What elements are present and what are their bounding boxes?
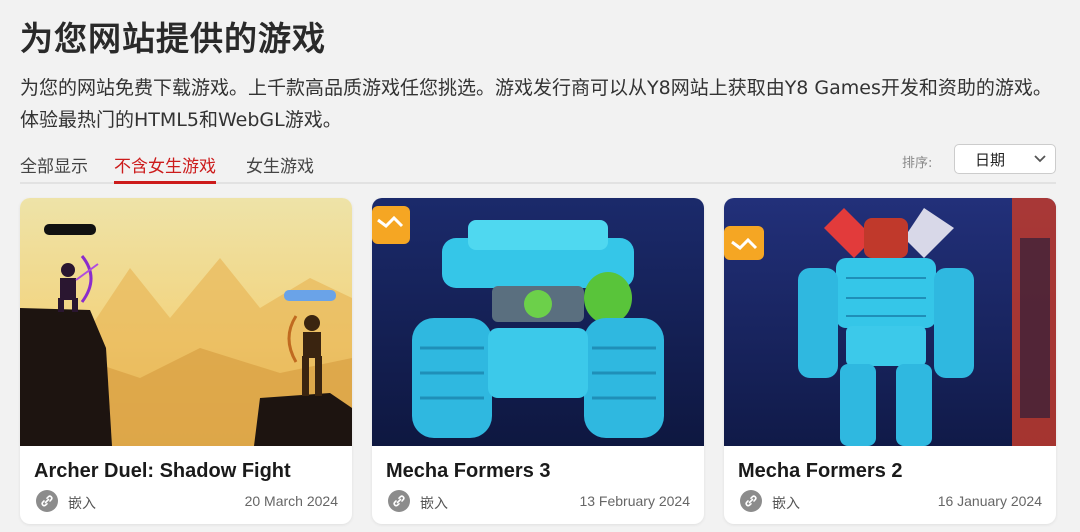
tab-girl-games[interactable]: 女生游戏 — [246, 152, 314, 184]
game-card[interactable]: Mecha Formers 3 嵌入 13 February 2024 — [372, 198, 704, 524]
tab-all[interactable]: 全部显示 — [20, 152, 88, 184]
game-thumbnail[interactable] — [724, 198, 1056, 446]
release-date: 16 January 2024 — [937, 493, 1042, 509]
sort-select[interactable]: 日期 — [954, 144, 1056, 174]
chevron-down-icon — [1033, 151, 1047, 165]
link-icon[interactable] — [740, 490, 762, 512]
tab-no-girl-games[interactable]: 不含女生游戏 — [114, 152, 216, 184]
release-date: 13 February 2024 — [579, 493, 690, 509]
embed-label[interactable]: 嵌入 — [420, 493, 448, 513]
sort-label: 排序: — [902, 156, 933, 171]
game-title[interactable]: Archer Duel: Shadow Fight — [34, 460, 291, 483]
game-thumbnail[interactable] — [20, 198, 352, 446]
page-title: 为您网站提供的游戏 — [20, 19, 326, 58]
embed-label[interactable]: 嵌入 — [68, 493, 96, 513]
sort-selected-value: 日期 — [975, 151, 1006, 169]
page-description: 为您的网站免费下载游戏。上千款高品质游戏任您挑选。游戏发行商可以从Y8网站上获取… — [20, 77, 1052, 131]
release-date: 20 March 2024 — [244, 493, 338, 509]
game-card[interactable]: Mecha Formers 2 嵌入 16 January 2024 — [724, 198, 1056, 524]
game-title[interactable]: Mecha Formers 2 — [738, 460, 903, 483]
filter-tabs: 全部显示 不含女生游戏 女生游戏 排序: 日期 — [20, 144, 1056, 184]
link-icon[interactable] — [36, 490, 58, 512]
link-icon[interactable] — [388, 490, 410, 512]
game-thumbnail[interactable] — [372, 198, 704, 446]
game-title[interactable]: Mecha Formers 3 — [386, 460, 551, 483]
game-card[interactable]: Archer Duel: Shadow Fight 嵌入 20 March 20… — [20, 198, 352, 524]
embed-label[interactable]: 嵌入 — [772, 493, 800, 513]
